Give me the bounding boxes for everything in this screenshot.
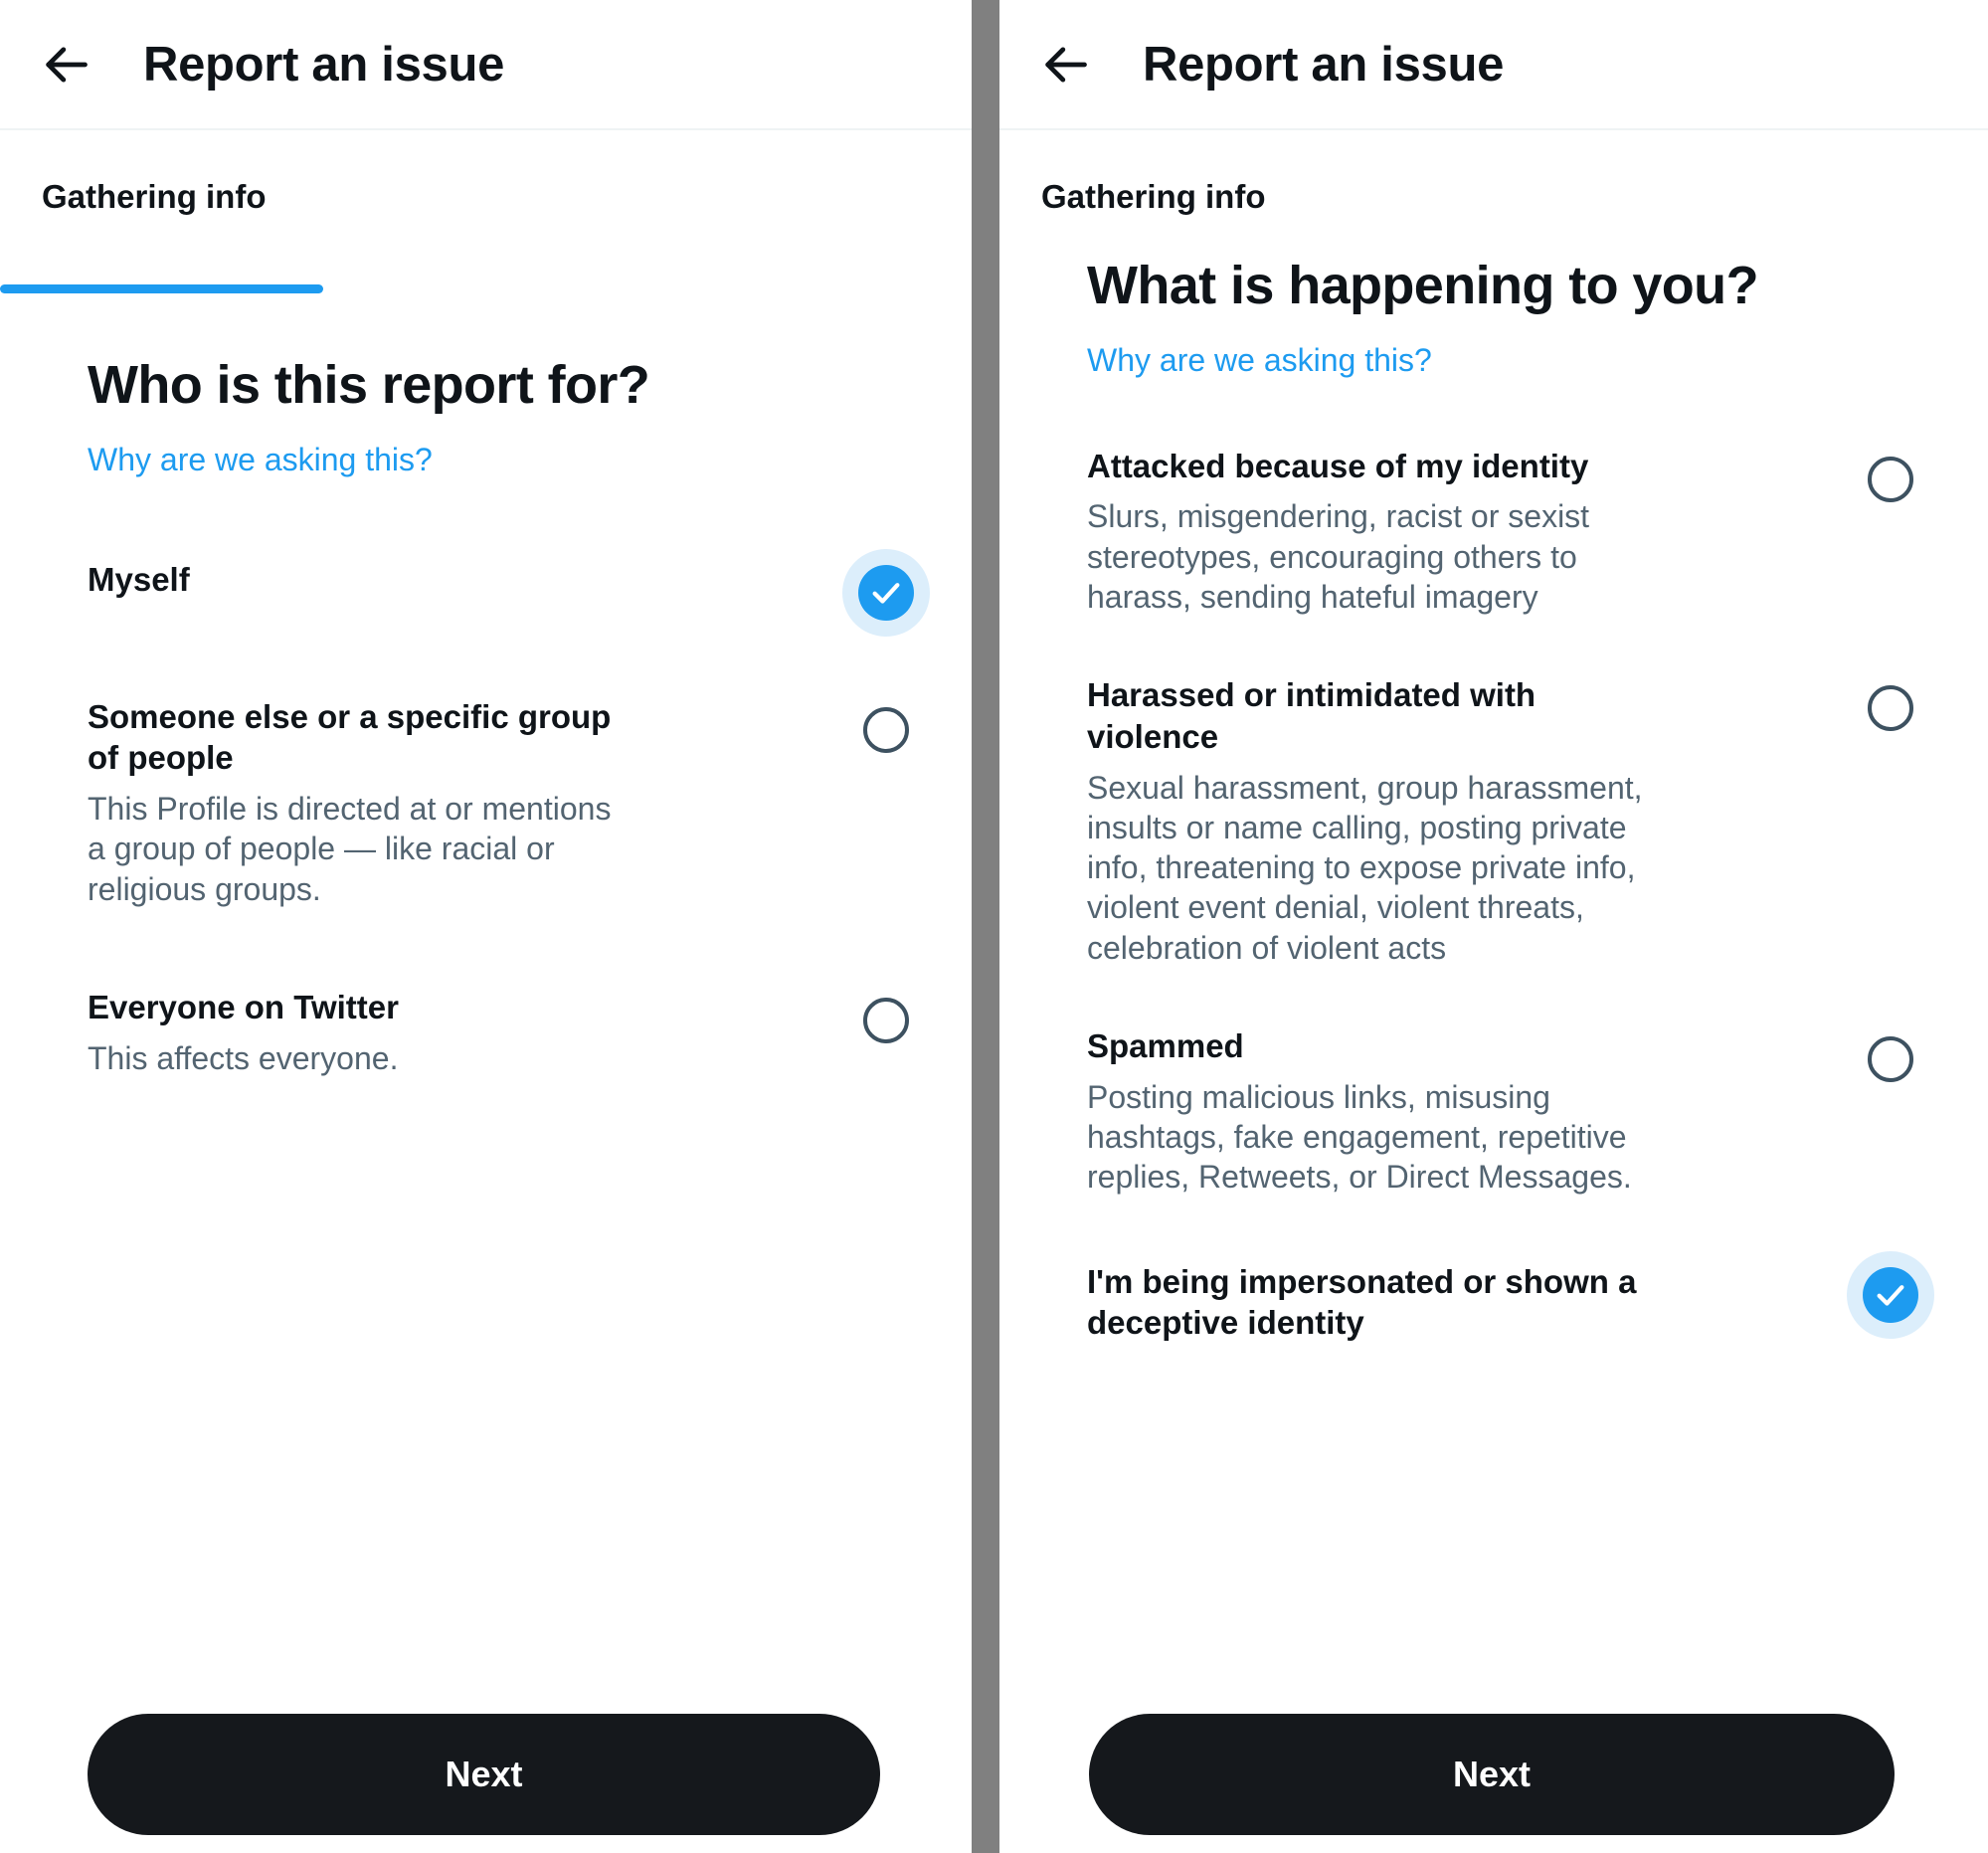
radio-attacked-identity[interactable] [1845,434,1936,525]
option-row[interactable]: Myself [88,537,932,639]
radio-someone-else[interactable] [840,684,932,776]
radio-selected-halo [1847,1250,1934,1339]
option-title: Attacked because of my identity [1087,447,1589,484]
option-description: This affects everyone. [88,1039,399,1076]
option-description: Sexual harassment, group harassment, ins… [1087,769,1643,966]
right-body: What is happening to you? Why are we ask… [999,238,1988,1714]
back-button[interactable] [18,17,113,112]
radio-unselected [1868,1036,1913,1083]
left-topbar: Report an issue [0,0,972,130]
option-description: Posting malicious links, misusing hashta… [1087,1078,1632,1196]
option-text: Everyone on Twitter This affects everyon… [88,987,633,1078]
option-title: I'm being impersonated or shown a decept… [1087,1262,1637,1342]
right-topbar: Report an issue [999,0,1988,130]
option-text: I'm being impersonated or shown a decept… [1087,1261,1644,1344]
radio-spammed[interactable] [1845,1014,1936,1105]
options-list: Myself Someone else or a specific group … [88,537,932,1078]
check-icon [869,576,903,610]
left-screen: Report an issue Gathering info Who is th… [0,0,972,1853]
option-title: Spammed [1087,1027,1244,1065]
radio-selected-core [1863,1266,1918,1323]
next-button[interactable]: Next [1089,1714,1895,1835]
radio-myself[interactable] [840,547,932,639]
right-screen: Report an issue Gathering info What is h… [999,0,1988,1853]
page-title: Report an issue [1143,37,1505,92]
options-list: Attacked because of my identity Slurs, m… [1087,432,1936,1344]
option-row[interactable]: Harassed or intimidated with violence Se… [1087,652,1936,968]
left-body: Who is this report for? Why are we askin… [0,293,972,1714]
option-text: Harassed or intimidated with violence Se… [1087,674,1644,968]
next-button[interactable]: Next [88,1714,880,1835]
radio-harassed-violence[interactable] [1845,662,1936,754]
panel-divider [972,0,999,1853]
page-title: Report an issue [143,37,505,92]
radio-impersonated[interactable] [1845,1249,1936,1341]
option-row[interactable]: I'm being impersonated or shown a decept… [1087,1233,1936,1344]
option-title: Harassed or intimidated with violence [1087,676,1536,755]
step-tab-label: Gathering info [1041,178,1266,215]
option-row[interactable]: Attacked because of my identity Slurs, m… [1087,432,1936,618]
option-text: Someone else or a specific group of peop… [88,696,633,909]
radio-selected-halo [842,548,930,637]
radio-unselected [1868,685,1913,732]
step-tab-label: Gathering info [42,178,267,215]
option-text: Attacked because of my identity Slurs, m… [1087,446,1644,618]
option-title: Myself [88,560,190,598]
option-row[interactable]: Someone else or a specific group of peop… [88,674,932,909]
question-heading: Who is this report for? [88,355,650,415]
radio-unselected [863,997,909,1043]
radio-selected-core [858,564,914,621]
arrow-left-icon [40,39,91,91]
step-tab-active-underline [0,284,323,293]
step-tab-gathering-info[interactable]: Gathering info [0,130,972,293]
right-footer: Next [999,1714,1988,1853]
radio-unselected [863,706,909,753]
question-heading: What is happening to you? [1087,256,1759,315]
back-button[interactable] [1017,17,1113,112]
step-tab-gathering-info[interactable]: Gathering info [999,130,1988,238]
option-title: Someone else or a specific group of peop… [88,697,612,777]
option-text: Spammed Posting malicious links, misusin… [1087,1025,1644,1198]
why-are-we-asking-link[interactable]: Why are we asking this? [88,441,433,478]
left-footer: Next [0,1714,972,1853]
radio-everyone-on-twitter[interactable] [840,975,932,1066]
dual-screenshot-comparison: Report an issue Gathering info Who is th… [0,0,1988,1853]
why-are-we-asking-link[interactable]: Why are we asking this? [1087,341,1432,379]
radio-unselected [1868,456,1913,502]
option-row[interactable]: Spammed Posting malicious links, misusin… [1087,1004,1936,1198]
check-icon [1874,1278,1907,1312]
option-description: This Profile is directed at or mentions … [88,791,612,907]
option-row[interactable]: Everyone on Twitter This affects everyon… [88,939,932,1078]
option-description: Slurs, misgendering, racist or sexist st… [1087,498,1590,616]
option-title: Everyone on Twitter [88,988,399,1025]
arrow-left-icon [1039,39,1091,91]
option-text: Myself [88,559,633,601]
